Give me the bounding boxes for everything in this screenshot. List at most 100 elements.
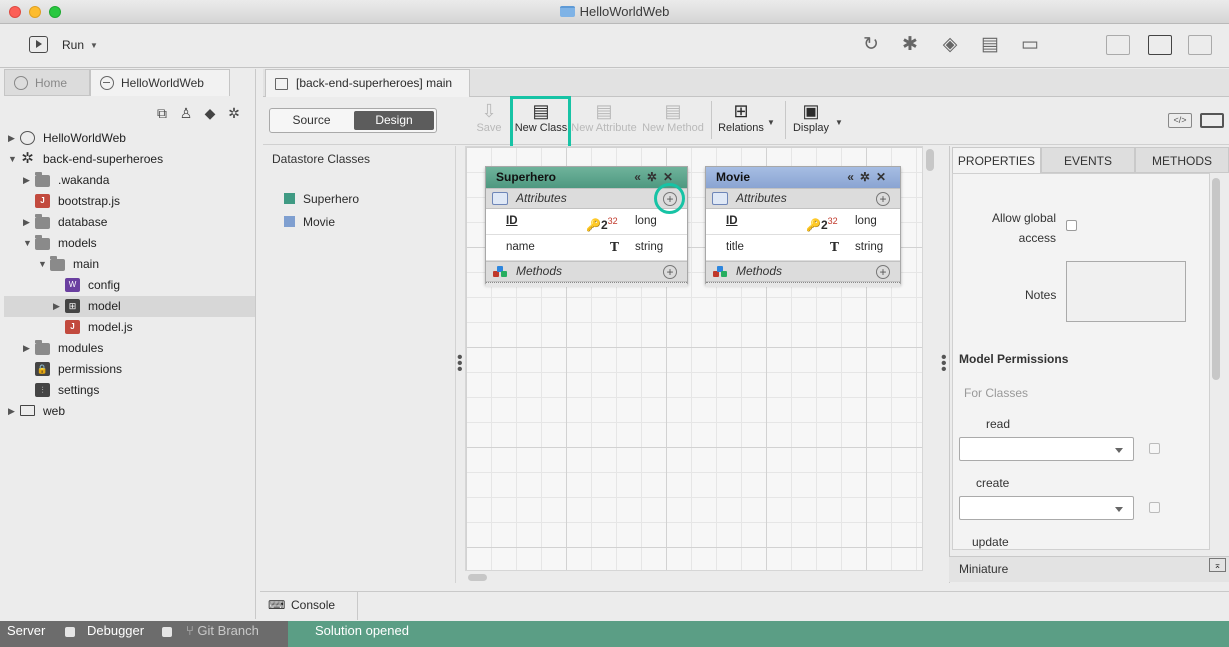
create-permission-select[interactable] xyxy=(959,496,1134,520)
document-tab-label: [back-end-superheroes] main xyxy=(296,76,453,90)
close-icon[interactable]: ✕ xyxy=(663,170,679,184)
clipboard-icon[interactable]: ▤ xyxy=(979,34,1001,56)
git-branch-status[interactable]: ⑂ Git Branch xyxy=(186,623,259,638)
display-button[interactable]: ▣ Display xyxy=(792,100,830,134)
layout-bottom-panel-icon[interactable] xyxy=(1188,35,1212,55)
tree-item-model[interactable]: ▶ ⊞ model xyxy=(4,296,255,317)
tree-item-database[interactable]: ▶ database xyxy=(4,212,255,233)
long-type-icon-sup: 32 xyxy=(607,216,618,226)
tree-item-permissions[interactable]: 🔒 permissions xyxy=(4,359,255,380)
relations-dropdown-caret[interactable]: ▼ xyxy=(767,118,775,127)
debugger-status[interactable]: Debugger xyxy=(87,623,144,638)
collapse-icon[interactable]: « xyxy=(634,170,647,184)
collapse-arrow-icon[interactable]: ▼ xyxy=(38,254,48,275)
miniature-toggle-icon[interactable]: ⌅ xyxy=(1209,558,1226,572)
class-box-movie[interactable]: Movie «✲✕ Attributes + ID 🔑232 long titl… xyxy=(705,166,901,287)
save-button[interactable]: ⇩ Save xyxy=(474,100,504,134)
layout-right-panel-icon[interactable] xyxy=(1148,35,1172,55)
read-permission-checkbox[interactable] xyxy=(1149,443,1160,454)
string-type-icon: T xyxy=(830,240,839,254)
archive-icon[interactable]: ▭ xyxy=(1019,34,1041,56)
run-dropdown-caret[interactable]: ▼ xyxy=(90,41,98,50)
gear-icon[interactable]: ✲ xyxy=(647,170,663,184)
server-status[interactable]: Server xyxy=(7,623,45,638)
collapse-arrow-icon[interactable]: ▼ xyxy=(8,149,18,170)
datastore-class-superhero[interactable]: Superhero xyxy=(284,192,434,206)
new-method-button[interactable]: ▤ New Method xyxy=(642,100,704,134)
expand-arrow-icon[interactable]: ▶ xyxy=(23,170,33,191)
properties-scrollbar[interactable] xyxy=(1212,178,1220,380)
attribute-row[interactable]: ID 🔑232 long xyxy=(706,209,900,235)
notes-textarea[interactable] xyxy=(1066,261,1186,322)
tree-item-models[interactable]: ▼ models xyxy=(4,233,255,254)
tree-item-web[interactable]: ▶ web xyxy=(4,401,255,422)
reload-icon[interactable]: ↻ xyxy=(860,34,882,56)
tab-helloworldweb[interactable]: HelloWorldWeb xyxy=(90,69,230,96)
allow-global-access-checkbox[interactable] xyxy=(1066,220,1077,231)
debugger-bug-icon[interactable]: ✱ xyxy=(899,34,921,56)
create-permission-checkbox[interactable] xyxy=(1149,502,1160,513)
tree-item-label: web xyxy=(43,404,66,418)
console-icon: ⌨ xyxy=(268,598,286,612)
left-splitter-handle[interactable]: • • • xyxy=(457,350,463,378)
display-dropdown-caret[interactable]: ▼ xyxy=(835,118,843,127)
expand-arrow-icon[interactable]: ▶ xyxy=(23,212,33,233)
gear-icon[interactable]: ✲ xyxy=(860,170,876,184)
tab-methods[interactable]: METHODS xyxy=(1135,147,1229,173)
save-icon: ⇩ xyxy=(481,101,497,121)
tab-properties[interactable]: PROPERTIES xyxy=(952,147,1041,173)
design-mode-button[interactable]: Design xyxy=(354,111,434,130)
class-header[interactable]: Superhero «✲✕ xyxy=(486,167,687,188)
class-name: Movie xyxy=(716,170,751,184)
add-method-button[interactable]: + xyxy=(876,265,890,279)
tab-events[interactable]: EVENTS xyxy=(1041,147,1135,173)
class-header[interactable]: Movie «✲✕ xyxy=(706,167,900,188)
folder-icon xyxy=(35,214,50,229)
tree-item-settings[interactable]: ⫶ settings xyxy=(4,380,255,401)
attribute-row[interactable]: title T string xyxy=(706,235,900,261)
explorer-icon[interactable]: ⧉ xyxy=(154,105,170,121)
expand-arrow-icon[interactable]: ▶ xyxy=(23,338,33,359)
class-box-superhero[interactable]: Superhero «✲✕ Attributes + ID 🔑232 long … xyxy=(485,166,688,287)
relations-button[interactable]: ⊞ Relations xyxy=(718,100,764,134)
relations-label: Relations xyxy=(718,122,764,134)
layout-left-panel-icon[interactable] xyxy=(1106,35,1130,55)
tree-item-main[interactable]: ▼ main xyxy=(4,254,255,275)
add-attribute-button[interactable]: + xyxy=(876,192,890,206)
tab-home[interactable]: Home xyxy=(4,69,90,96)
run-play-icon[interactable] xyxy=(29,36,48,53)
code-view-icon[interactable]: </> xyxy=(1168,113,1192,128)
console-label: Console xyxy=(291,598,336,612)
panel-toggle-icon[interactable] xyxy=(1200,113,1224,128)
tree-item-wakanda[interactable]: ▶ .wakanda xyxy=(4,170,255,191)
gear-icon[interactable]: ✲ xyxy=(226,105,242,121)
tree-item-config[interactable]: W config xyxy=(4,275,255,296)
source-mode-button[interactable]: Source xyxy=(270,109,353,132)
canvas-horizontal-scrollbar[interactable] xyxy=(468,574,487,581)
git-icon[interactable]: ◆ xyxy=(202,105,218,121)
git-icon[interactable]: ◈ xyxy=(939,34,961,56)
expand-arrow-icon[interactable]: ▶ xyxy=(8,128,18,149)
datastore-class-movie[interactable]: Movie xyxy=(284,215,434,229)
document-tab[interactable]: [back-end-superheroes] main xyxy=(265,69,470,98)
attribute-row[interactable]: name T string xyxy=(486,235,687,261)
new-attribute-button[interactable]: ▤ New Attribute xyxy=(571,100,637,134)
expand-arrow-icon[interactable]: ▶ xyxy=(53,296,63,317)
miniature-panel-header[interactable]: Miniature xyxy=(949,556,1229,582)
tree-item-helloworldweb[interactable]: ▶ HelloWorldWeb xyxy=(4,128,255,149)
collapse-icon[interactable]: « xyxy=(847,170,860,184)
expand-arrow-icon[interactable]: ▶ xyxy=(8,401,18,422)
tree-item-back-end-superheroes[interactable]: ▼ ✲ back-end-superheroes xyxy=(4,149,255,170)
attribute-row[interactable]: ID 🔑232 long xyxy=(486,209,687,235)
run-button[interactable]: Run xyxy=(62,38,84,52)
close-icon[interactable]: ✕ xyxy=(876,170,892,184)
tree-item-model-js[interactable]: J model.js xyxy=(4,317,255,338)
canvas-vertical-scrollbar[interactable] xyxy=(926,149,934,171)
add-method-button[interactable]: + xyxy=(663,265,677,279)
tree-item-bootstrap-js[interactable]: J bootstrap.js xyxy=(4,191,255,212)
tree-item-modules[interactable]: ▶ modules xyxy=(4,338,255,359)
user-icon[interactable]: ♙ xyxy=(178,105,194,121)
collapse-arrow-icon[interactable]: ▼ xyxy=(23,233,33,254)
right-splitter-handle[interactable]: • • • xyxy=(941,350,947,378)
read-permission-select[interactable] xyxy=(959,437,1134,461)
